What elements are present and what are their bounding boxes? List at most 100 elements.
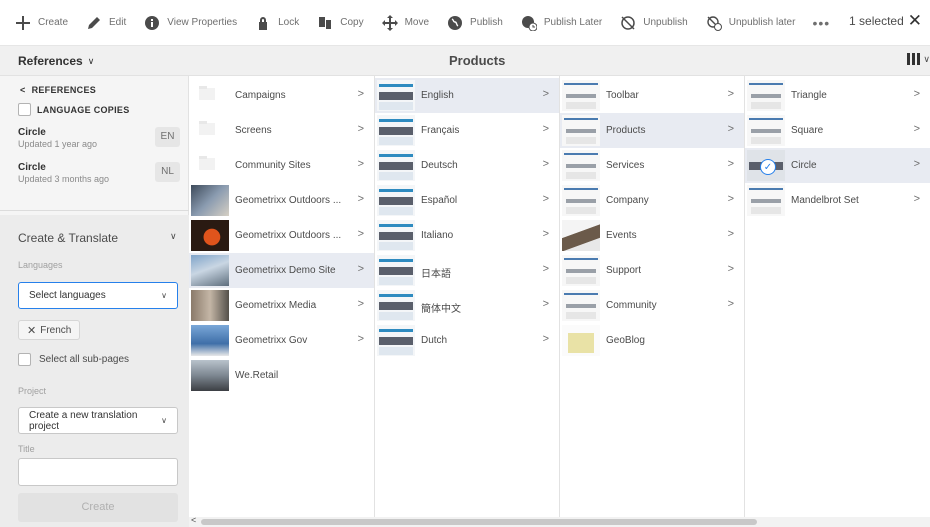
view-switcher[interactable]: ∨ (907, 53, 930, 65)
item-thumbnail[interactable] (377, 150, 415, 181)
item-thumbnail[interactable] (377, 290, 415, 321)
remove-icon[interactable]: ✕ (27, 324, 36, 337)
project-label: Project (18, 386, 47, 396)
column-item[interactable]: Geometrixx Demo Site > (189, 253, 374, 288)
unpublish-later-button[interactable]: Unpublish later (705, 14, 795, 32)
item-thumbnail[interactable] (747, 80, 785, 111)
column-item[interactable]: Community Sites > (189, 148, 374, 183)
item-thumbnail[interactable] (191, 150, 229, 181)
lock-button[interactable]: Lock (254, 14, 299, 32)
column-item-label: Screens (235, 125, 272, 136)
item-thumbnail[interactable] (191, 80, 229, 111)
item-thumbnail[interactable] (747, 185, 785, 216)
column-item[interactable]: Geometrixx Gov > (189, 323, 374, 358)
language-chip-french[interactable]: ✕ French (18, 320, 81, 340)
item-thumbnail[interactable] (562, 150, 600, 181)
item-thumbnail[interactable] (377, 325, 415, 356)
column-item[interactable]: 日本語 > (375, 253, 559, 288)
scrollbar-thumb[interactable] (201, 519, 757, 525)
column-item[interactable]: Products > (560, 113, 744, 148)
column-item[interactable]: Mandelbrot Set > (745, 183, 930, 218)
item-thumbnail[interactable] (191, 325, 229, 356)
item-thumbnail[interactable] (191, 115, 229, 146)
item-thumbnail[interactable] (191, 220, 229, 251)
item-thumbnail[interactable]: ✓ (747, 150, 785, 181)
item-thumbnail[interactable] (377, 115, 415, 146)
select-all-subpages-checkbox[interactable] (18, 353, 31, 366)
info-icon (143, 14, 161, 32)
publish-button[interactable]: Publish (446, 14, 503, 32)
chevron-right-icon: > (357, 88, 364, 100)
column-item-label: Mandelbrot Set (791, 195, 859, 206)
column-item[interactable]: Deutsch > (375, 148, 559, 183)
column-item[interactable]: Square > (745, 113, 930, 148)
column-item[interactable]: Screens > (189, 113, 374, 148)
item-thumbnail[interactable] (562, 115, 600, 146)
item-thumbnail[interactable] (377, 255, 415, 286)
title-input[interactable] (18, 458, 178, 486)
view-properties-button[interactable]: View Properties (143, 14, 237, 32)
item-thumbnail[interactable] (377, 80, 415, 111)
column-item[interactable]: Toolbar > (560, 78, 744, 113)
language-copies-checkbox[interactable] (18, 103, 31, 116)
column-item[interactable]: GeoBlog (560, 323, 744, 358)
column-item-label: Products (606, 125, 646, 136)
item-thumbnail[interactable] (191, 360, 229, 391)
back-to-references-button[interactable]: < REFERENCES (20, 85, 96, 95)
item-thumbnail[interactable] (377, 185, 415, 216)
chevron-left-icon[interactable]: < (191, 515, 196, 525)
item-thumbnail[interactable] (191, 255, 229, 286)
edit-button[interactable]: Edit (85, 14, 126, 32)
item-thumbnail[interactable] (377, 220, 415, 251)
column-item[interactable]: ✓ Circle > (745, 148, 930, 183)
column-item[interactable]: Geometrixx Outdoors ... > (189, 183, 374, 218)
horizontal-scrollbar[interactable]: < (189, 515, 930, 527)
create-button[interactable]: Create (14, 14, 68, 32)
item-thumbnail[interactable] (191, 185, 229, 216)
project-select[interactable]: Create a new translation project ∨ (18, 407, 178, 434)
column-item[interactable]: Support > (560, 253, 744, 288)
close-icon[interactable]: ✕ (908, 12, 922, 29)
column-item[interactable]: English > (375, 78, 559, 113)
select-all-subpages[interactable]: Select all sub-pages (18, 353, 129, 366)
column-item[interactable]: Campaigns > (189, 78, 374, 113)
chevron-down-icon: ∨ (923, 53, 930, 64)
column-item[interactable]: Español > (375, 183, 559, 218)
column-item[interactable]: Community > (560, 288, 744, 323)
item-thumbnail[interactable] (562, 185, 600, 216)
unpublish-button[interactable]: Unpublish (619, 14, 688, 32)
item-thumbnail[interactable] (191, 290, 229, 321)
item-thumbnail[interactable] (562, 290, 600, 321)
item-thumbnail[interactable] (562, 220, 600, 251)
chevron-right-icon: > (542, 193, 549, 205)
rail-switcher-dropdown[interactable]: References ∨ (18, 54, 94, 68)
column-item[interactable]: Triangle > (745, 78, 930, 113)
more-actions-button[interactable]: ••• (812, 15, 830, 31)
column-item[interactable]: Events > (560, 218, 744, 253)
column-item[interactable]: Dutch > (375, 323, 559, 358)
column-item[interactable]: Geometrixx Outdoors ... > (189, 218, 374, 253)
create-button[interactable]: Create (18, 493, 178, 522)
column-item-label: Italiano (421, 230, 454, 241)
lock-label: Lock (278, 17, 300, 28)
chevron-down-icon[interactable]: ∨ (170, 231, 177, 242)
column-item[interactable]: Services > (560, 148, 744, 183)
column-item[interactable]: Geometrixx Media > (189, 288, 374, 323)
chevron-right-icon: > (542, 88, 549, 100)
language-copy-item[interactable]: Circle Updated 3 months ago NL (0, 158, 189, 192)
copy-button[interactable]: Copy (316, 14, 364, 32)
chevron-right-icon: > (727, 228, 734, 240)
column-item[interactable]: 簡体中文 > (375, 288, 559, 323)
column-item[interactable]: We.Retail (189, 358, 374, 393)
item-thumbnail[interactable] (562, 325, 600, 356)
item-thumbnail[interactable] (747, 115, 785, 146)
move-button[interactable]: Move (381, 14, 429, 32)
column-item[interactable]: Company > (560, 183, 744, 218)
languages-select[interactable]: Select languages ∨ (18, 282, 178, 309)
item-thumbnail[interactable] (562, 255, 600, 286)
language-copy-item[interactable]: Circle Updated 1 year ago EN (0, 123, 189, 157)
item-thumbnail[interactable] (562, 80, 600, 111)
column-item[interactable]: Français > (375, 113, 559, 148)
column-item[interactable]: Italiano > (375, 218, 559, 253)
publish-later-button[interactable]: Publish Later (520, 14, 602, 32)
